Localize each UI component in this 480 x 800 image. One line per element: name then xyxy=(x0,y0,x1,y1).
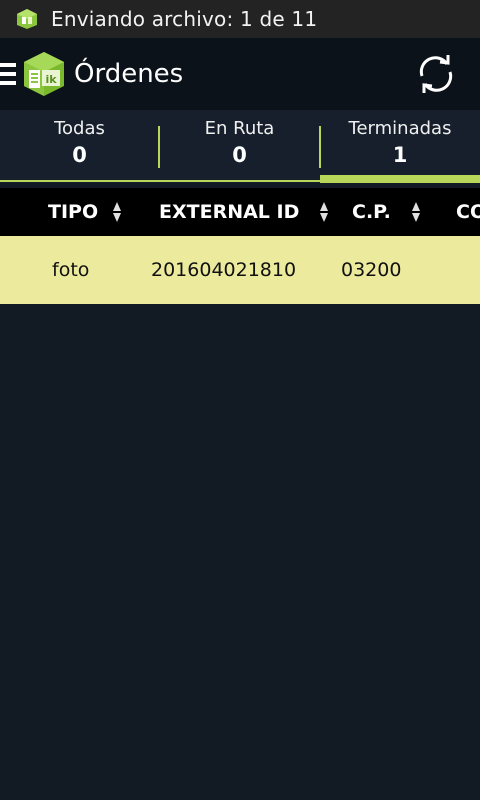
svg-text:ik: ik xyxy=(45,73,57,86)
tab-label: En Ruta xyxy=(204,118,275,139)
cell-tipo: foto xyxy=(52,259,90,281)
table-row[interactable]: foto 201604021810 03200 xyxy=(0,236,480,304)
sync-button[interactable] xyxy=(412,48,460,100)
page-title: Órdenes xyxy=(74,59,184,89)
tab-underline xyxy=(0,180,159,182)
column-header-label: TIPO xyxy=(48,201,99,223)
column-header-cp[interactable]: C.P. xyxy=(352,188,421,236)
column-header-label: C.P. xyxy=(352,201,391,223)
tab-terminadas[interactable]: Terminadas 1 xyxy=(320,110,480,183)
hamburger-menu-icon[interactable] xyxy=(0,63,16,85)
tab-en-ruta[interactable]: En Ruta 0 xyxy=(159,110,321,183)
cell-external-id: 201604021810 xyxy=(151,259,297,281)
tab-count: 0 xyxy=(232,143,247,167)
column-header-external-id[interactable]: EXTERNAL ID xyxy=(159,188,329,236)
column-header-co[interactable]: CO xyxy=(456,188,480,236)
status-text: Enviando archivo: 1 de 11 xyxy=(51,7,318,31)
sort-icon xyxy=(411,202,420,222)
tab-count: 0 xyxy=(72,143,87,167)
tab-label: Terminadas xyxy=(348,118,452,139)
tab-todas[interactable]: Todas 0 xyxy=(0,110,160,183)
table-header: TIPO EXTERNAL ID C.P. CO xyxy=(0,188,480,236)
tab-label: Todas xyxy=(54,118,105,139)
sort-icon xyxy=(320,202,329,222)
tab-underline xyxy=(159,180,320,182)
column-header-label: CO xyxy=(456,201,480,223)
sync-icon xyxy=(419,55,453,93)
column-header-tipo[interactable]: TIPO xyxy=(48,188,122,236)
tab-bar: Todas 0 En Ruta 0 Terminadas 1 xyxy=(0,110,480,183)
sort-icon xyxy=(113,202,122,222)
tab-count: 1 xyxy=(392,143,408,167)
app-logo-icon[interactable]: ik xyxy=(22,50,66,98)
empty-list-area xyxy=(0,304,480,800)
cell-cp: 03200 xyxy=(341,259,402,281)
tab-selected-indicator xyxy=(320,175,480,183)
status-bar: Enviando archivo: 1 de 11 xyxy=(0,0,480,38)
action-bar: ik Órdenes xyxy=(0,38,480,110)
column-header-label: EXTERNAL ID xyxy=(159,201,300,223)
app-notification-icon xyxy=(16,8,38,30)
